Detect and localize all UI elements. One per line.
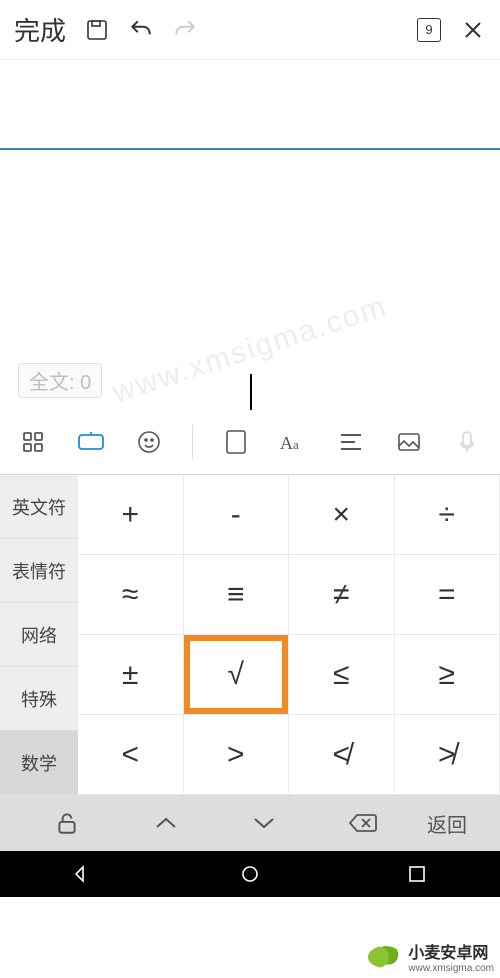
symbol-panel: 英文符 表情符 网络 特殊 数学 + - × ÷ ≈ ≡ ≠ = ± √ ≤ ≥… xyxy=(0,474,500,795)
symbol-key[interactable]: + xyxy=(78,475,184,555)
align-icon[interactable] xyxy=(336,427,366,457)
return-button[interactable]: 返回 xyxy=(412,809,482,838)
category-special[interactable]: 特殊 xyxy=(0,667,78,731)
document-area[interactable]: 全文: 0 xyxy=(0,60,500,410)
emoji-icon[interactable] xyxy=(134,427,164,457)
symbol-grid: + - × ÷ ≈ ≡ ≠ = ± √ ≤ ≥ < > ≮ ≯ xyxy=(78,475,500,795)
font-icon[interactable]: Aa xyxy=(279,427,309,457)
lock-icon[interactable] xyxy=(18,810,117,836)
close-button[interactable] xyxy=(460,17,486,43)
brand-url: www.xmsigma.com xyxy=(408,963,494,974)
category-network[interactable]: 网络 xyxy=(0,603,78,667)
symbol-key[interactable]: ÷ xyxy=(395,475,500,555)
text-caret xyxy=(250,374,252,410)
chevron-down-icon[interactable] xyxy=(215,814,314,832)
page-number: 9 xyxy=(417,18,441,42)
category-list: 英文符 表情符 网络 特殊 数学 xyxy=(0,475,78,795)
symbol-key[interactable]: > xyxy=(184,715,290,795)
symbol-key[interactable]: ≯ xyxy=(395,715,500,795)
symbol-key[interactable]: < xyxy=(78,715,184,795)
leaf-icon xyxy=(368,946,402,968)
nav-back-icon[interactable] xyxy=(70,861,96,887)
android-navbar xyxy=(0,851,500,897)
symbol-key[interactable]: ≡ xyxy=(184,555,290,635)
symbol-key[interactable]: ≤ xyxy=(289,635,395,715)
editor-toolbar: Aa xyxy=(0,410,500,474)
brand-badge: 小麦安卓网 www.xmsigma.com xyxy=(368,939,494,974)
apps-icon[interactable] xyxy=(18,427,48,457)
mic-icon[interactable] xyxy=(452,427,482,457)
keyboard-icon[interactable] xyxy=(76,427,106,457)
chevron-up-icon[interactable] xyxy=(117,814,216,832)
keyboard-bottom-row: 返回 xyxy=(0,795,500,851)
nav-recent-icon[interactable] xyxy=(404,861,430,887)
symbol-key[interactable]: - xyxy=(184,475,290,555)
svg-text:A: A xyxy=(280,433,293,453)
symbol-key[interactable]: ± xyxy=(78,635,184,715)
symbol-key[interactable]: = xyxy=(395,555,500,635)
brand-name: 小麦安卓网 xyxy=(408,945,488,962)
category-emoji[interactable]: 表情符 xyxy=(0,539,78,603)
symbol-key[interactable]: ≈ xyxy=(78,555,184,635)
symbol-key-highlighted[interactable]: √ xyxy=(184,635,290,715)
image-icon[interactable] xyxy=(394,427,424,457)
char-count-badge: 全文: 0 xyxy=(18,363,102,398)
save-icon[interactable] xyxy=(84,17,110,43)
top-toolbar: 完成 9 xyxy=(0,0,500,60)
redo-icon xyxy=(172,17,198,43)
undo-icon[interactable] xyxy=(128,17,154,43)
symbol-key[interactable]: ≮ xyxy=(289,715,395,795)
backspace-icon[interactable] xyxy=(314,812,413,834)
symbol-key[interactable]: × xyxy=(289,475,395,555)
symbol-key[interactable]: ≥ xyxy=(395,635,500,715)
fullscreen-icon[interactable] xyxy=(221,427,251,457)
page-count-button[interactable]: 9 xyxy=(416,17,442,43)
symbol-key[interactable]: ≠ xyxy=(289,555,395,635)
category-math[interactable]: 数学 xyxy=(0,731,78,795)
svg-text:a: a xyxy=(293,437,299,452)
category-english[interactable]: 英文符 xyxy=(0,475,78,539)
done-button[interactable]: 完成 xyxy=(14,11,66,48)
nav-home-icon[interactable] xyxy=(237,861,263,887)
